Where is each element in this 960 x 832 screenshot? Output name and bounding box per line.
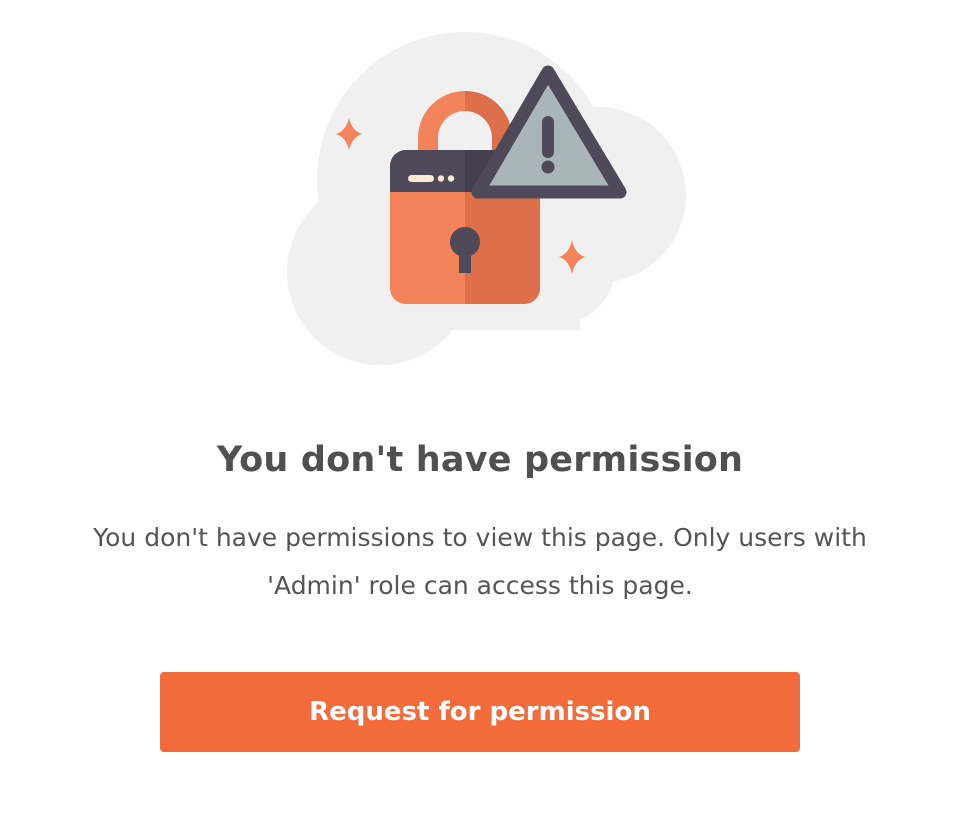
request-permission-button[interactable]: Request for permission	[160, 672, 800, 752]
illustration-graphic	[287, 32, 686, 365]
page-title: You don't have permission	[216, 440, 744, 480]
permission-description: You don't have permissions to view this …	[93, 523, 867, 600]
permission-illustration	[0, 0, 960, 400]
